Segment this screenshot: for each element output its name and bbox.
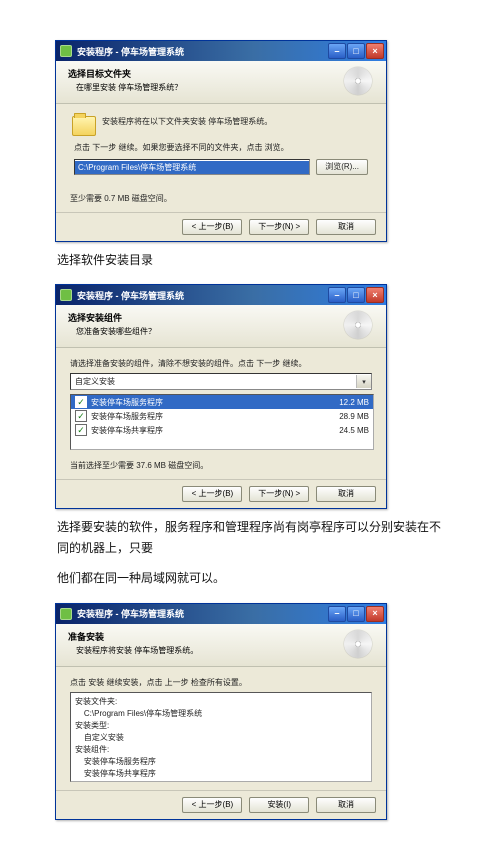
component-item[interactable]: ✓ 安装停车场服务程序 12.2 MB xyxy=(71,395,373,409)
install-type-combo[interactable]: 自定义安装 ▾ xyxy=(70,373,372,390)
window-title: 安装程序 - 停车场管理系统 xyxy=(77,607,328,620)
maximize-button[interactable]: □ xyxy=(347,43,365,59)
combo-value: 自定义安装 xyxy=(75,376,115,387)
next-button[interactable]: 下一步(N) > xyxy=(249,486,309,502)
installer-dialog-select-folder: 安装程序 - 停车场管理系统 – □ × 选择目标文件夹 在哪里安装 停车场管理… xyxy=(55,40,387,242)
header-subtitle: 您准备安装哪些组件？ xyxy=(68,326,344,337)
chevron-down-icon: ▾ xyxy=(356,375,371,388)
component-size: 24.5 MB xyxy=(339,426,369,435)
cancel-button[interactable]: 取消 xyxy=(316,797,376,813)
component-size: 28.9 MB xyxy=(339,412,369,421)
installer-dialog-select-components: 安装程序 - 停车场管理系统 – □ × 选择安装组件 您准备安装哪些组件？ 请… xyxy=(55,284,387,509)
app-icon xyxy=(60,289,72,301)
disc-icon xyxy=(344,630,372,658)
checkbox-icon[interactable]: ✓ xyxy=(75,424,87,436)
header-title: 选择安装组件 xyxy=(68,311,344,324)
app-icon xyxy=(60,45,72,57)
disc-icon xyxy=(344,311,372,339)
next-button[interactable]: 下一步(N) > xyxy=(249,219,309,235)
header: 准备安装 安装程序将安装 停车场管理系统。 xyxy=(56,624,386,667)
header: 选择安装组件 您准备安装哪些组件？ xyxy=(56,305,386,348)
browse-button[interactable]: 浏览(R)... xyxy=(316,159,368,175)
back-button[interactable]: < 上一步(B) xyxy=(182,486,242,502)
footer: < 上一步(B) 下一步(N) > 取消 xyxy=(56,212,386,241)
titlebar: 安装程序 - 停车场管理系统 – □ × xyxy=(56,41,386,61)
component-name: 安装停车场共享程序 xyxy=(91,425,335,436)
caption-2-line1: 选择要安装的软件，服务程序和管理程序尚有岗亭程序可以分别安装在不同的机器上，只要 xyxy=(57,517,445,558)
folder-icon xyxy=(72,116,96,136)
component-item[interactable]: ✓ 安装停车场共享程序 24.5 MB xyxy=(71,423,373,437)
header-subtitle: 在哪里安装 停车场管理系统？ xyxy=(68,82,344,93)
cancel-button[interactable]: 取消 xyxy=(316,486,376,502)
header-title: 选择目标文件夹 xyxy=(68,67,344,80)
titlebar: 安装程序 - 停车场管理系统 – □ × xyxy=(56,285,386,305)
body: 安装程序将在以下文件夹安装 停车场管理系统。 点击 下一步 继续。如果您要选择不… xyxy=(56,104,386,212)
instructions: 点击 下一步 继续。如果您要选择不同的文件夹，点击 浏览。 xyxy=(74,142,372,153)
minimize-button[interactable]: – xyxy=(328,43,346,59)
header-title: 准备安装 xyxy=(68,630,344,643)
component-list[interactable]: ✓ 安装停车场服务程序 12.2 MB ✓ 安装停车场服务程序 28.9 MB … xyxy=(70,394,374,450)
close-button[interactable]: × xyxy=(366,287,384,303)
component-item[interactable]: ✓ 安装停车场服务程序 28.9 MB xyxy=(71,409,373,423)
caption-1: 选择软件安装目录 xyxy=(57,250,445,270)
component-size: 12.2 MB xyxy=(339,398,369,407)
minimize-button[interactable]: – xyxy=(328,287,346,303)
header-subtitle: 安装程序将安装 停车场管理系统。 xyxy=(68,645,344,656)
disk-space-label: 当前选择至少需要 37.6 MB 磁盘空间。 xyxy=(70,460,372,471)
window-title: 安装程序 - 停车场管理系统 xyxy=(77,289,328,302)
back-button[interactable]: < 上一步(B) xyxy=(182,219,242,235)
disc-icon xyxy=(344,67,372,95)
footer: < 上一步(B) 下一步(N) > 取消 xyxy=(56,479,386,508)
checkbox-icon[interactable]: ✓ xyxy=(75,410,87,422)
close-button[interactable]: × xyxy=(366,606,384,622)
cancel-button[interactable]: 取消 xyxy=(316,219,376,235)
back-button[interactable]: < 上一步(B) xyxy=(182,797,242,813)
maximize-button[interactable]: □ xyxy=(347,287,365,303)
install-path-value: C:\Program Files\停车场管理系统 xyxy=(75,161,309,174)
installer-dialog-ready: 安装程序 - 停车场管理系统 – □ × 准备安装 安装程序将安装 停车场管理系… xyxy=(55,603,387,820)
instructions: 请选择准备安装的组件，清除不想安装的组件。点击 下一步 继续。 xyxy=(70,358,372,369)
install-path-input[interactable]: C:\Program Files\停车场管理系统 xyxy=(74,159,310,175)
minimize-button[interactable]: – xyxy=(328,606,346,622)
window-title: 安装程序 - 停车场管理系统 xyxy=(77,45,328,58)
instructions: 点击 安装 继续安装，点击 上一步 检查所有设置。 xyxy=(70,677,372,688)
header: 选择目标文件夹 在哪里安装 停车场管理系统？ xyxy=(56,61,386,104)
footer: < 上一步(B) 安装(I) 取消 xyxy=(56,790,386,819)
body: 点击 安装 继续安装，点击 上一步 检查所有设置。 安装文件夹: C:\Prog… xyxy=(56,667,386,790)
component-name: 安装停车场服务程序 xyxy=(91,411,335,422)
body: 请选择准备安装的组件，清除不想安装的组件。点击 下一步 继续。 自定义安装 ▾ … xyxy=(56,348,386,479)
summary-box[interactable]: 安装文件夹: C:\Program Files\停车场管理系统 安装类型: 自定… xyxy=(70,692,372,782)
app-icon xyxy=(60,608,72,620)
checkbox-icon[interactable]: ✓ xyxy=(75,396,87,408)
component-name: 安装停车场服务程序 xyxy=(91,397,335,408)
close-button[interactable]: × xyxy=(366,43,384,59)
caption-2-line2: 他们都在同一种局域网就可以。 xyxy=(57,568,445,588)
maximize-button[interactable]: □ xyxy=(347,606,365,622)
disk-space-label: 至少需要 0.7 MB 磁盘空间。 xyxy=(70,193,372,204)
install-button[interactable]: 安装(I) xyxy=(249,797,309,813)
folder-line: 安装程序将在以下文件夹安装 停车场管理系统。 xyxy=(102,116,272,127)
titlebar: 安装程序 - 停车场管理系统 – □ × xyxy=(56,604,386,624)
